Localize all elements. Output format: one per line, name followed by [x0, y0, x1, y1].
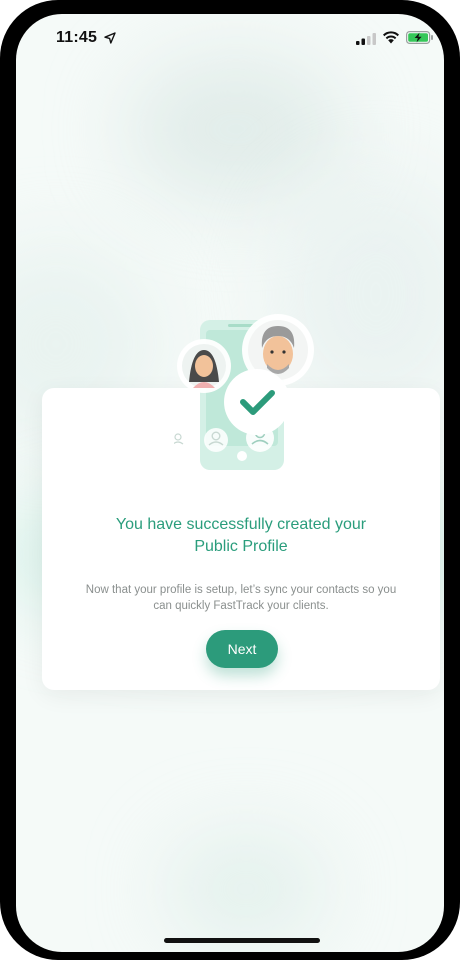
dialog-title: You have successfully created your Publi…	[42, 514, 440, 558]
dialog-description: Now that your profile is setup, let’s sy…	[62, 582, 420, 614]
background-blur	[166, 834, 326, 944]
status-time: 11:45	[56, 29, 98, 46]
battery-charging-icon	[406, 31, 433, 44]
dialog-description-line: Now that your profile is setup, let’s sy…	[85, 584, 397, 596]
wifi-icon	[383, 31, 399, 44]
home-indicator[interactable]	[164, 938, 320, 943]
status-bar: 11:45	[16, 14, 444, 62]
avatar-woman-icon	[177, 339, 231, 393]
check-icon	[224, 369, 290, 435]
phone-frame: 11:45 You have successfully created your…	[0, 0, 460, 960]
next-button[interactable]: Next	[206, 630, 278, 668]
background-blur	[126, 54, 346, 204]
signal-icon	[356, 33, 376, 45]
location-arrow-icon	[104, 32, 116, 44]
dialog-title-line: Public Profile	[194, 538, 288, 555]
screen: 11:45 You have successfully created your…	[16, 14, 444, 952]
dialog-title-line: You have successfully created your	[115, 516, 367, 533]
dialog-description-line: can quickly FastTrack your clients.	[153, 600, 329, 612]
success-illustration	[174, 314, 314, 470]
